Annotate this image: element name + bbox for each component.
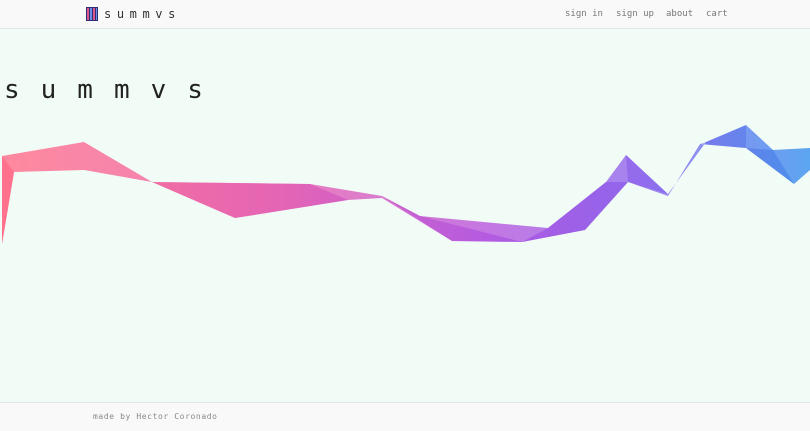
nav-cart-link[interactable]: cart [706, 8, 728, 20]
nav-sign-up-link[interactable]: sign up [616, 8, 654, 20]
top-navigation-bar: summvs sign in sign up about cart [0, 0, 810, 29]
nav-sign-in-link[interactable]: sign in [565, 8, 603, 20]
footer: made by Hector Coronado [0, 402, 810, 431]
footer-credit: made by Hector Coronado [93, 412, 218, 421]
nav-about-link[interactable]: about [666, 8, 693, 20]
brand-name[interactable]: summvs [104, 7, 181, 22]
summvs-logo-icon[interactable] [86, 7, 98, 21]
hero-title: summvs [4, 75, 224, 105]
